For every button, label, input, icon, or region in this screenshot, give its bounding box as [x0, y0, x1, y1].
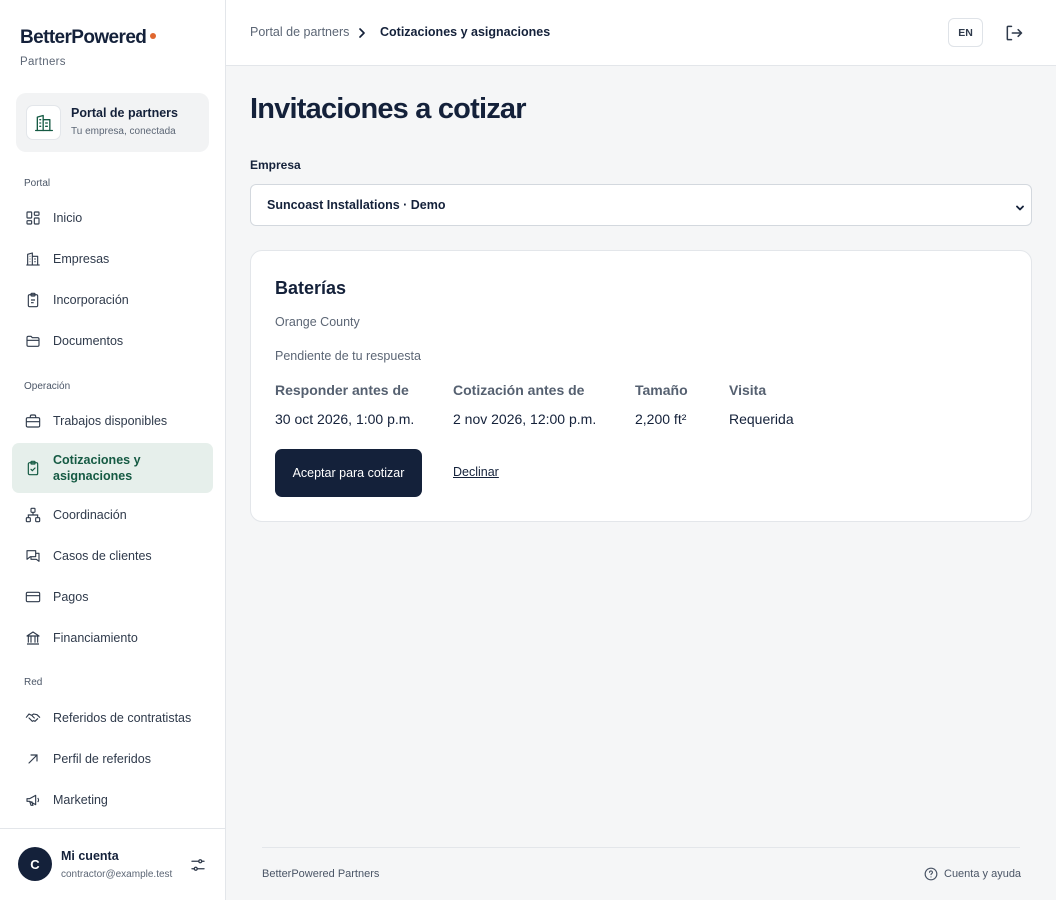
sidebar-item-label: Inicio	[53, 211, 83, 225]
section-label-portal: Portal	[24, 178, 51, 189]
credit-card-icon	[24, 588, 42, 606]
company-select-value: Suncoast Installations · Demo	[267, 198, 446, 212]
sidebar-item-label: Empresas	[53, 252, 110, 266]
topbar: Portal de partners Cotizaciones y asigna…	[226, 0, 1056, 66]
sidebar-item-label: Marketing	[53, 793, 108, 807]
language-toggle-button[interactable]: EN	[948, 18, 983, 47]
chat-icon	[24, 547, 42, 565]
sidebar-item-label: Pagos	[53, 590, 89, 604]
handshake-icon	[24, 709, 42, 727]
sidebar-item-cotizaciones[interactable]: Cotizaciones y asignaciones	[12, 443, 213, 493]
footer-divider	[262, 847, 1020, 848]
sidebar-item-financiamiento[interactable]: Financiamiento	[12, 627, 213, 649]
bank-icon	[24, 629, 42, 647]
folder-icon	[24, 332, 42, 350]
meta-value-responder: 30 oct 2026, 1:00 p.m.	[275, 411, 415, 427]
account-name[interactable]: Mi cuenta	[61, 849, 119, 863]
sidebar-item-label: Trabajos disponibles	[53, 414, 168, 428]
sidebar-item-perfil-de-referidos[interactable]: Perfil de referidos	[12, 748, 213, 770]
company-label: Empresa	[250, 158, 301, 172]
company-select[interactable]: Suncoast Installations · Demo	[250, 184, 1032, 226]
brand-dot	[150, 33, 157, 39]
sidebar-item-label: Financiamiento	[53, 631, 138, 645]
decline-link[interactable]: Declinar	[453, 465, 499, 479]
sidebar-item-label: Cotizaciones y asignaciones	[53, 453, 141, 483]
card-status: Pendiente de tu respuesta	[275, 349, 421, 363]
avatar[interactable]: C	[18, 847, 52, 881]
sidebar-item-referidos-de-contratistas[interactable]: Referidos de contratistas	[12, 707, 213, 729]
help-icon	[924, 867, 938, 881]
portal-card[interactable]: Portal de partners Tu empresa, conectada	[16, 93, 209, 152]
sidebar-item-label: Incorporación	[53, 293, 129, 307]
dashboard-icon	[24, 209, 42, 227]
sidebar-item-coordinacion[interactable]: Coordinación	[12, 504, 213, 526]
account-email: contractor@example.test	[61, 869, 173, 880]
accept-quote-button[interactable]: Aceptar para cotizar	[275, 449, 422, 497]
account-panel: C Mi cuenta contractor@example.test	[0, 828, 225, 900]
help-link[interactable]: Cuenta y ayuda	[924, 867, 1021, 881]
sidebar-item-incorporacion[interactable]: Incorporación	[12, 289, 213, 311]
card-location: Orange County	[275, 315, 360, 329]
section-label-operacion: Operación	[24, 381, 71, 392]
meta-label-responder: Responder antes de	[275, 382, 409, 398]
sidebar-item-label: Referidos de contratistas	[53, 711, 192, 725]
network-icon	[24, 506, 42, 524]
building-icon	[26, 105, 61, 140]
sidebar-item-documentos[interactable]: Documentos	[12, 330, 213, 352]
briefcase-icon	[24, 412, 42, 430]
sidebar-item-inicio[interactable]: Inicio	[12, 207, 213, 229]
quote-invitation-card: Baterías Orange County Pendiente de tu r…	[250, 250, 1032, 522]
sliders-icon[interactable]	[189, 856, 207, 874]
sidebar-item-pagos[interactable]: Pagos	[12, 586, 213, 608]
sidebar-item-casos-de-clientes[interactable]: Casos de clientes	[12, 545, 213, 567]
meta-label-cotizacion: Cotización antes de	[453, 382, 585, 398]
portal-card-subtitle: Tu empresa, conectada	[71, 126, 176, 137]
page-title: Invitaciones a cotizar	[250, 93, 527, 125]
chevron-down-icon	[1015, 200, 1025, 211]
meta-value-cotizacion: 2 nov 2026, 12:00 p.m.	[453, 411, 597, 427]
breadcrumb-portal[interactable]: Portal de partners	[250, 25, 349, 39]
clipboard-icon	[24, 291, 42, 309]
sidebar-item-empresas[interactable]: Empresas	[12, 248, 213, 270]
clipboard-check-icon	[24, 459, 42, 477]
portal-card-title: Portal de partners	[71, 106, 178, 120]
meta-value-tamano: 2,200 ft²	[635, 411, 687, 427]
section-label-red: Red	[24, 677, 43, 688]
chevron-right-icon	[357, 26, 367, 38]
brand-subtitle: Partners	[20, 56, 66, 68]
sidebar-item-marketing[interactable]: Marketing	[12, 789, 213, 811]
sidebar-item-trabajos-disponibles[interactable]: Trabajos disponibles	[12, 410, 213, 432]
sidebar: BetterPowered Partners Portal de partner…	[0, 0, 226, 900]
meta-value-visita: Requerida	[729, 411, 794, 427]
logout-icon[interactable]	[1004, 23, 1024, 43]
sidebar-item-label: Documentos	[53, 334, 124, 348]
megaphone-icon	[24, 791, 42, 809]
breadcrumb-current: Cotizaciones y asignaciones	[380, 25, 551, 39]
meta-label-visita: Visita	[729, 382, 767, 398]
building-icon	[24, 250, 42, 268]
sidebar-item-label: Coordinación	[53, 508, 127, 522]
help-label: Cuenta y ayuda	[944, 868, 1022, 880]
footer-brand: BetterPowered Partners	[262, 868, 380, 880]
sidebar-item-label: Perfil de referidos	[53, 752, 151, 766]
meta-label-tamano: Tamaño	[635, 382, 688, 398]
card-title: Baterías	[275, 278, 347, 298]
sidebar-item-label: Casos de clientes	[53, 549, 152, 563]
brand-logo[interactable]: BetterPowered	[20, 27, 157, 49]
arrow-up-right-icon	[24, 750, 42, 768]
